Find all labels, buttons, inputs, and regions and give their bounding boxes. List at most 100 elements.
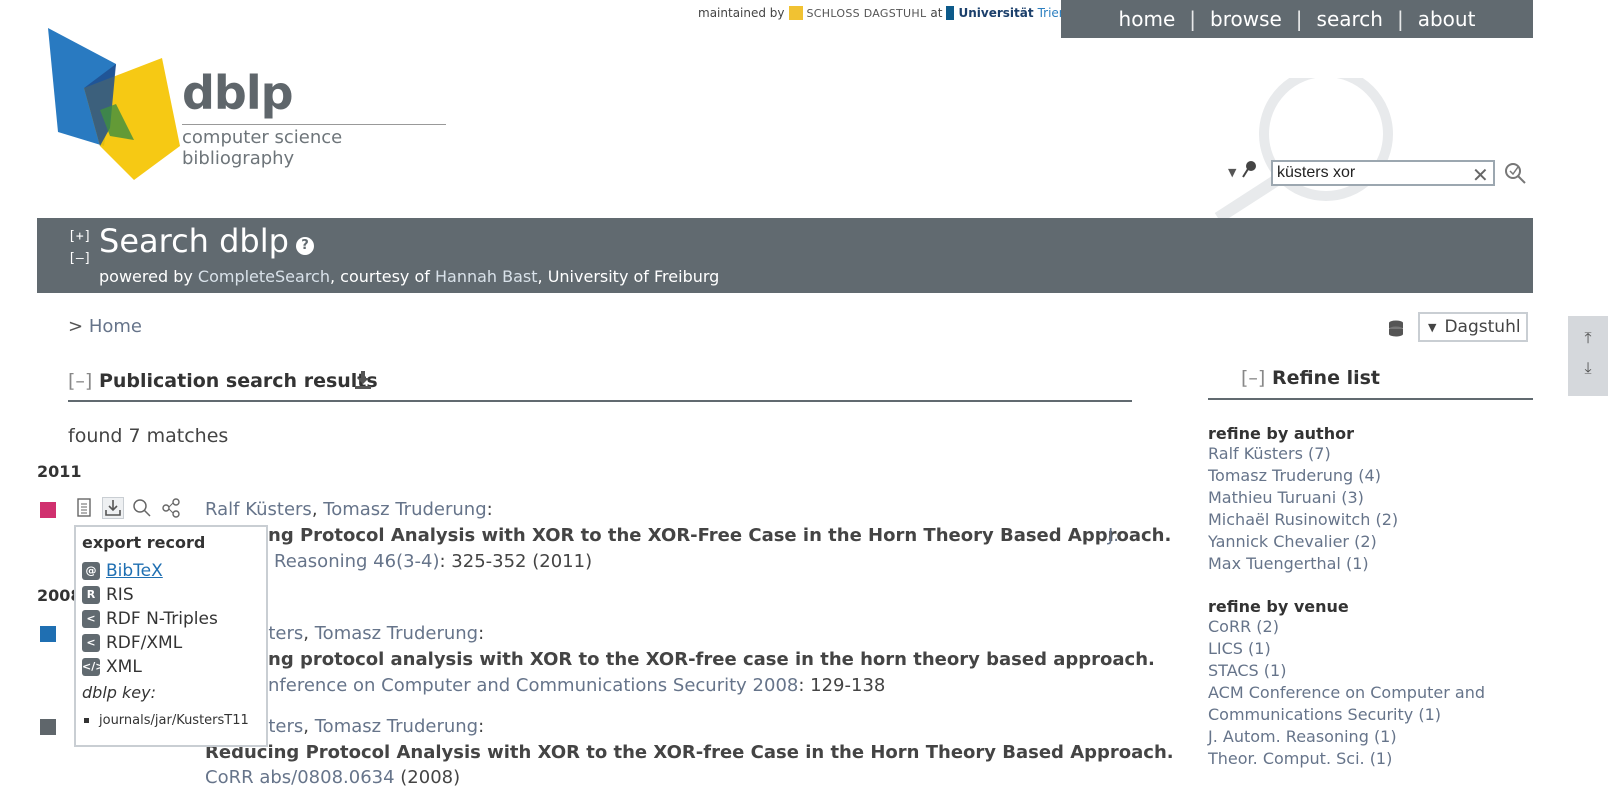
banner-toggle[interactable]: [+] [–] [68,226,91,270]
refine-venue-title: refine by venue [1208,597,1349,616]
expand-all-toggle[interactable]: [+] [68,226,91,248]
nav-home[interactable]: home [1119,7,1176,31]
scroll-bottom-icon[interactable]: ⤓ [1580,360,1596,376]
search-input[interactable] [1271,160,1495,186]
page-title: Search dblp [99,222,289,260]
export-xml[interactable]: </> XML [82,657,142,677]
entry-tools [74,497,181,519]
scroll-top-icon[interactable]: ⤒ [1580,330,1596,346]
refine-heading: [–] Refine list [1241,367,1380,389]
refine-venue-item[interactable]: ACM Conference on Computer and [1208,682,1485,704]
conference-marker [40,626,56,642]
author-link[interactable]: Tomasz Truderung [315,716,478,737]
refine-venue-item[interactable]: Communications Security (1) [1208,704,1485,726]
refine-author-item[interactable]: Michaël Rusinowitch (2) [1208,509,1398,531]
export-record-icon[interactable] [102,497,124,519]
share-icon[interactable] [161,498,181,518]
entry-authors: sters, Tomasz Truderung: [259,623,485,644]
year-heading: 2011 [37,462,82,481]
code-icon: </> [82,658,104,676]
completesearch-link[interactable]: CompleteSearch [198,267,330,286]
results-heading: [–] Publication search results [68,370,378,392]
banner-subtitle: powered by CompleteSearch, courtesy of H… [99,267,719,286]
trier-logo[interactable] [946,6,955,20]
export-rdf-ntriples-label: RDF N-Triples [106,609,218,629]
at-icon: @ [82,562,100,580]
results-title: Publication search results [98,370,378,392]
dblp-key-value: journals/jar/KustersT11 [99,713,249,728]
trier-link[interactable]: Trier [1038,6,1064,20]
ris-icon: R [82,586,100,604]
results-divider [68,400,1132,402]
refine-author-title: refine by author [1208,424,1354,443]
refine-venue-item[interactable]: CoRR (2) [1208,616,1485,638]
cite-search-icon[interactable] [132,498,152,518]
collapse-all-toggle[interactable]: [–] [68,248,91,270]
dagstuhl-link[interactable]: SCHLOSS DAGSTUHL [807,7,927,20]
author-link[interactable]: Tomasz Truderung [323,499,486,520]
nav-browse[interactable]: browse [1210,7,1282,31]
refine-venue-item[interactable]: J. Autom. Reasoning (1) [1208,726,1485,748]
help-icon[interactable]: ? [296,237,314,255]
logo-title[interactable]: dblp [182,66,294,120]
refine-author-item[interactable]: Ralf Küsters (7) [1208,443,1398,465]
refine-by-venue: refine by venue CoRR (2) LICS (1) STACS … [1208,597,1485,770]
export-bibtex[interactable]: @ BibTeX [82,561,163,581]
search-submit-icon[interactable] [1503,162,1527,184]
hannah-bast-link[interactable]: Hannah Bast [435,267,538,286]
venue-link[interactable]: J. [1108,525,1119,546]
universitat-link[interactable]: Universität [958,6,1033,20]
export-title: export record [82,533,206,552]
clear-search-icon[interactable]: ✕ [1472,163,1489,187]
breadcrumb-home[interactable]: Home [89,316,142,337]
venue-link[interactable]: nference on Computer and Communications … [268,675,798,696]
chevron-down-icon: ▼ [1428,320,1437,334]
dagstuhl-logo[interactable] [788,6,803,20]
top-nav: home | browse | search | about [1061,0,1533,38]
export-bibtex-link[interactable]: BibTeX [106,561,163,581]
export-ris-label: RIS [106,585,134,605]
entry-venue-prefix: J. [1108,525,1119,546]
download-results-icon[interactable] [355,371,371,389]
search-mode-dropdown-icon[interactable]: ▼ [1228,166,1236,179]
mirror-select[interactable]: ▼ Dagstuhl [1418,312,1528,342]
refine-author-item[interactable]: Max Tuengerthal (1) [1208,553,1398,575]
entry-venue: nference on Computer and Communications … [268,675,885,696]
entry-authors: Ralf Küsters, Tomasz Truderung: [205,499,493,520]
export-rdf-ntriples[interactable]: < RDF N-Triples [82,609,218,629]
magnifier-watermark-icon [1214,78,1393,218]
nav-about[interactable]: about [1418,7,1476,31]
refine-author-item[interactable]: Tomasz Truderung (4) [1208,465,1398,487]
author-link[interactable]: Tomasz Truderung [315,623,478,644]
nav-separator: | [1295,7,1303,31]
at-label: at [930,6,943,20]
journal-marker [40,502,56,518]
venue-link[interactable]: Reasoning 46(3-4) [274,551,440,572]
entry-pages: (2008) [394,767,461,788]
export-ris[interactable]: R RIS [82,585,134,605]
dblp-logo[interactable] [44,28,194,190]
author-link[interactable]: Ralf Küsters [205,499,312,520]
export-rdf-xml-label: RDF/XML [106,633,183,653]
entry-venue: Reasoning 46(3-4): 325-352 (2011) [274,551,592,572]
results-collapse-toggle[interactable]: [–] [68,370,92,392]
database-icon[interactable] [1388,320,1404,338]
scroll-controls: ⤒ ⤓ [1568,316,1608,396]
nav-search[interactable]: search [1317,7,1383,31]
refine-divider [1208,398,1533,400]
refine-venue-item[interactable]: STACS (1) [1208,660,1485,682]
venue-link[interactable]: CoRR abs/0808.0634 [205,767,395,788]
share-icon: < [82,634,100,652]
electronic-edition-icon[interactable] [74,498,94,518]
entry-venue: CoRR abs/0808.0634 (2008) [205,767,460,788]
export-rdf-xml[interactable]: < RDF/XML [82,633,182,653]
entry-title: Reducing Protocol Analysis with XOR to t… [205,742,1174,763]
refine-venue-item[interactable]: LICS (1) [1208,638,1485,660]
refine-author-item[interactable]: Yannick Chevalier (2) [1208,531,1398,553]
entry-authors: sters, Tomasz Truderung: [259,716,485,737]
search-pin-icon[interactable] [1242,160,1256,178]
refine-collapse-toggle[interactable]: [–] [1241,367,1265,389]
refine-author-item[interactable]: Mathieu Turuani (3) [1208,487,1398,509]
entry-pages: : 129-138 [798,675,886,696]
refine-venue-item[interactable]: Theor. Comput. Sci. (1) [1208,748,1485,770]
